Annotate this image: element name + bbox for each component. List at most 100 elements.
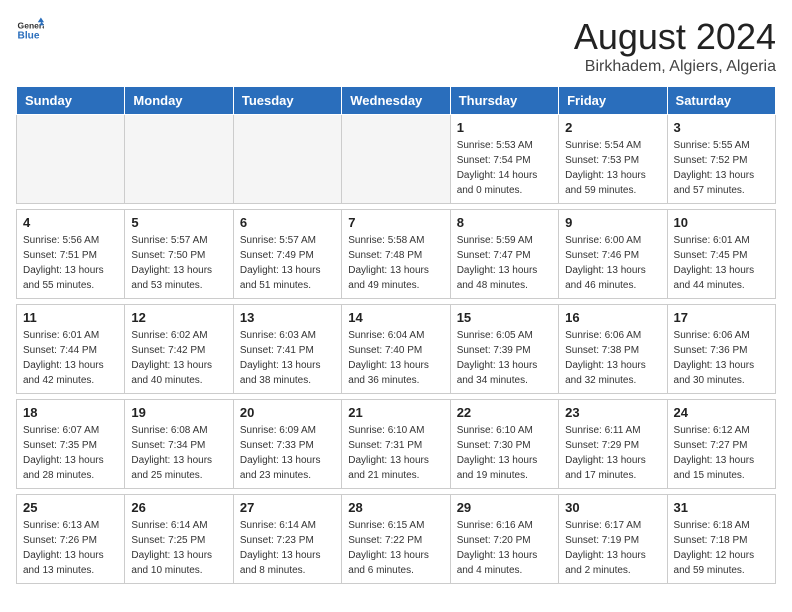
calendar-cell: 4 Sunrise: 5:56 AM Sunset: 7:51 PM Daylig… <box>17 210 125 299</box>
day-number: 7 <box>348 215 443 230</box>
day-number: 12 <box>131 310 226 325</box>
calendar-table: SundayMondayTuesdayWednesdayThursdayFrid… <box>16 86 776 584</box>
calendar-cell: 13 Sunrise: 6:03 AM Sunset: 7:41 PM Dayli… <box>233 305 341 394</box>
day-info: Sunrise: 5:56 AM Sunset: 7:51 PM Dayligh… <box>23 233 118 293</box>
calendar-cell: 26 Sunrise: 6:14 AM Sunset: 7:25 PM Dayli… <box>125 495 233 584</box>
day-number: 22 <box>457 405 552 420</box>
calendar-cell: 25 Sunrise: 6:13 AM Sunset: 7:26 PM Dayli… <box>17 495 125 584</box>
calendar-cell: 3 Sunrise: 5:55 AM Sunset: 7:52 PM Daylig… <box>667 115 775 204</box>
day-number: 3 <box>674 120 769 135</box>
day-number: 16 <box>565 310 660 325</box>
logo: General Blue General Blue <box>16 16 44 44</box>
day-number: 20 <box>240 405 335 420</box>
calendar-cell: 31 Sunrise: 6:18 AM Sunset: 7:18 PM Dayli… <box>667 495 775 584</box>
day-info: Sunrise: 6:06 AM Sunset: 7:38 PM Dayligh… <box>565 328 660 388</box>
day-info: Sunrise: 5:54 AM Sunset: 7:53 PM Dayligh… <box>565 138 660 198</box>
location-subtitle: Birkhadem, Algiers, Algeria <box>574 58 776 76</box>
day-number: 26 <box>131 500 226 515</box>
day-info: Sunrise: 6:07 AM Sunset: 7:35 PM Dayligh… <box>23 423 118 483</box>
day-number: 2 <box>565 120 660 135</box>
weekday-header-friday: Friday <box>559 87 667 115</box>
calendar-cell: 29 Sunrise: 6:16 AM Sunset: 7:20 PM Dayli… <box>450 495 558 584</box>
day-number: 11 <box>23 310 118 325</box>
day-number: 13 <box>240 310 335 325</box>
day-info: Sunrise: 6:18 AM Sunset: 7:18 PM Dayligh… <box>674 518 769 578</box>
day-info: Sunrise: 6:14 AM Sunset: 7:25 PM Dayligh… <box>131 518 226 578</box>
day-number: 29 <box>457 500 552 515</box>
title-area: August 2024 Birkhadem, Algiers, Algeria <box>574 16 776 76</box>
calendar-cell: 12 Sunrise: 6:02 AM Sunset: 7:42 PM Dayli… <box>125 305 233 394</box>
calendar-cell: 27 Sunrise: 6:14 AM Sunset: 7:23 PM Dayli… <box>233 495 341 584</box>
day-number: 8 <box>457 215 552 230</box>
weekday-header-saturday: Saturday <box>667 87 775 115</box>
day-number: 17 <box>674 310 769 325</box>
weekday-header-row: SundayMondayTuesdayWednesdayThursdayFrid… <box>17 87 776 115</box>
month-title: August 2024 <box>574 16 776 58</box>
day-info: Sunrise: 6:08 AM Sunset: 7:34 PM Dayligh… <box>131 423 226 483</box>
calendar-cell: 22Sunrise: 6:10 AM Sunset: 7:30 PM Dayli… <box>450 400 558 489</box>
calendar-cell: 20Sunrise: 6:09 AM Sunset: 7:33 PM Dayli… <box>233 400 341 489</box>
day-info: Sunrise: 6:01 AM Sunset: 7:44 PM Dayligh… <box>23 328 118 388</box>
calendar-cell: 14 Sunrise: 6:04 AM Sunset: 7:40 PM Dayli… <box>342 305 450 394</box>
calendar-week-row: 11 Sunrise: 6:01 AM Sunset: 7:44 PM Dayli… <box>17 305 776 394</box>
calendar-cell: 6Sunrise: 5:57 AM Sunset: 7:49 PM Daylig… <box>233 210 341 299</box>
calendar-week-row: 18 Sunrise: 6:07 AM Sunset: 7:35 PM Dayli… <box>17 400 776 489</box>
day-info: Sunrise: 6:11 AM Sunset: 7:29 PM Dayligh… <box>565 423 660 483</box>
day-number: 10 <box>674 215 769 230</box>
svg-text:Blue: Blue <box>18 31 40 42</box>
calendar-cell: 15Sunrise: 6:05 AM Sunset: 7:39 PM Dayli… <box>450 305 558 394</box>
day-info: Sunrise: 6:17 AM Sunset: 7:19 PM Dayligh… <box>565 518 660 578</box>
day-number: 28 <box>348 500 443 515</box>
day-number: 9 <box>565 215 660 230</box>
day-number: 4 <box>23 215 118 230</box>
weekday-header-tuesday: Tuesday <box>233 87 341 115</box>
day-number: 1 <box>457 120 552 135</box>
day-number: 24 <box>674 405 769 420</box>
day-info: Sunrise: 6:02 AM Sunset: 7:42 PM Dayligh… <box>131 328 226 388</box>
day-info: Sunrise: 6:15 AM Sunset: 7:22 PM Dayligh… <box>348 518 443 578</box>
calendar-cell: 30 Sunrise: 6:17 AM Sunset: 7:19 PM Dayli… <box>559 495 667 584</box>
day-info: Sunrise: 5:57 AM Sunset: 7:49 PM Dayligh… <box>240 233 335 293</box>
day-info: Sunrise: 5:58 AM Sunset: 7:48 PM Dayligh… <box>348 233 443 293</box>
calendar-cell: 1Sunrise: 5:53 AM Sunset: 7:54 PM Daylig… <box>450 115 558 204</box>
calendar-cell: 21Sunrise: 6:10 AM Sunset: 7:31 PM Dayli… <box>342 400 450 489</box>
calendar-cell: 23 Sunrise: 6:11 AM Sunset: 7:29 PM Dayli… <box>559 400 667 489</box>
calendar-cell: 16 Sunrise: 6:06 AM Sunset: 7:38 PM Dayli… <box>559 305 667 394</box>
calendar-cell: 9 Sunrise: 6:00 AM Sunset: 7:46 PM Daylig… <box>559 210 667 299</box>
calendar-cell: 11 Sunrise: 6:01 AM Sunset: 7:44 PM Dayli… <box>17 305 125 394</box>
day-info: Sunrise: 6:03 AM Sunset: 7:41 PM Dayligh… <box>240 328 335 388</box>
day-number: 27 <box>240 500 335 515</box>
weekday-header-thursday: Thursday <box>450 87 558 115</box>
day-number: 23 <box>565 405 660 420</box>
calendar-cell: 2 Sunrise: 5:54 AM Sunset: 7:53 PM Daylig… <box>559 115 667 204</box>
day-number: 25 <box>23 500 118 515</box>
day-number: 18 <box>23 405 118 420</box>
day-info: Sunrise: 6:14 AM Sunset: 7:23 PM Dayligh… <box>240 518 335 578</box>
calendar-cell: 10 Sunrise: 6:01 AM Sunset: 7:45 PM Dayli… <box>667 210 775 299</box>
day-info: Sunrise: 5:59 AM Sunset: 7:47 PM Dayligh… <box>457 233 552 293</box>
calendar-week-row: 1Sunrise: 5:53 AM Sunset: 7:54 PM Daylig… <box>17 115 776 204</box>
day-info: Sunrise: 6:13 AM Sunset: 7:26 PM Dayligh… <box>23 518 118 578</box>
day-info: Sunrise: 6:16 AM Sunset: 7:20 PM Dayligh… <box>457 518 552 578</box>
day-number: 5 <box>131 215 226 230</box>
day-number: 15 <box>457 310 552 325</box>
calendar-week-row: 4 Sunrise: 5:56 AM Sunset: 7:51 PM Daylig… <box>17 210 776 299</box>
day-info: Sunrise: 6:00 AM Sunset: 7:46 PM Dayligh… <box>565 233 660 293</box>
day-number: 31 <box>674 500 769 515</box>
calendar-cell: 5Sunrise: 5:57 AM Sunset: 7:50 PM Daylig… <box>125 210 233 299</box>
day-info: Sunrise: 6:04 AM Sunset: 7:40 PM Dayligh… <box>348 328 443 388</box>
day-info: Sunrise: 6:12 AM Sunset: 7:27 PM Dayligh… <box>674 423 769 483</box>
day-number: 14 <box>348 310 443 325</box>
weekday-header-monday: Monday <box>125 87 233 115</box>
calendar-cell <box>17 115 125 204</box>
day-info: Sunrise: 6:01 AM Sunset: 7:45 PM Dayligh… <box>674 233 769 293</box>
calendar-cell: 24 Sunrise: 6:12 AM Sunset: 7:27 PM Dayli… <box>667 400 775 489</box>
day-number: 19 <box>131 405 226 420</box>
calendar-cell: 28 Sunrise: 6:15 AM Sunset: 7:22 PM Dayli… <box>342 495 450 584</box>
day-number: 21 <box>348 405 443 420</box>
calendar-cell: 18 Sunrise: 6:07 AM Sunset: 7:35 PM Dayli… <box>17 400 125 489</box>
day-number: 30 <box>565 500 660 515</box>
day-info: Sunrise: 5:55 AM Sunset: 7:52 PM Dayligh… <box>674 138 769 198</box>
calendar-cell <box>233 115 341 204</box>
calendar-cell <box>342 115 450 204</box>
